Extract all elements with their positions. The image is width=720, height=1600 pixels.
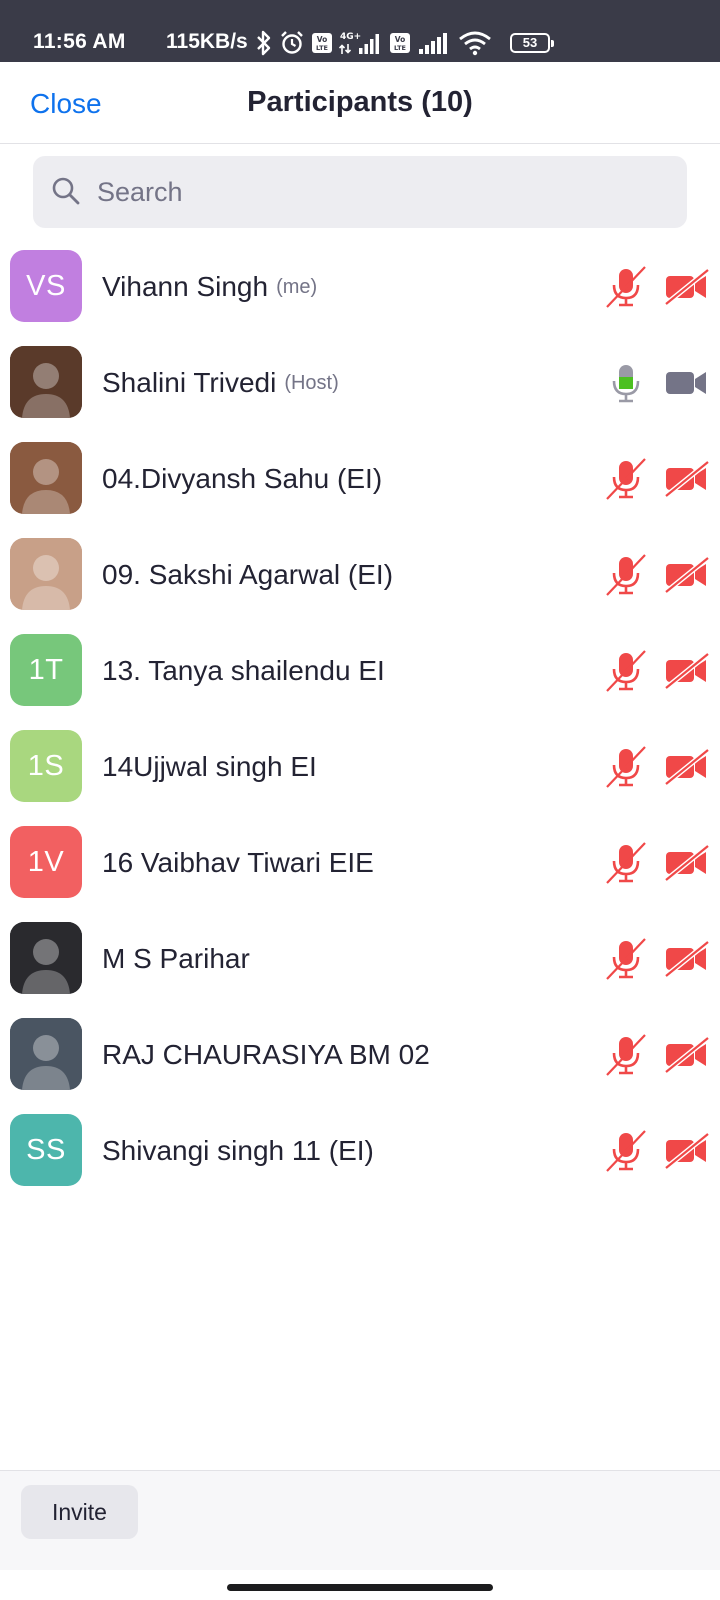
participant-row[interactable]: 09. Sakshi Agarwal (EI) [0, 527, 720, 623]
participant-row[interactable]: SS Shivangi singh 11 (EI) [0, 1103, 720, 1199]
bottom-bar: Invite [0, 1470, 720, 1570]
participant-row[interactable]: 1T 13. Tanya shailendu EI [0, 623, 720, 719]
avatar: 1S [10, 730, 82, 802]
participant-name-wrap: M S Parihar [102, 911, 250, 1007]
microphone-muted-icon[interactable] [604, 553, 648, 597]
svg-text:LTE: LTE [394, 44, 406, 52]
participant-row[interactable]: Shalini Trivedi (Host) [0, 335, 720, 431]
video-camera-off-icon[interactable] [664, 556, 710, 594]
search-icon [52, 177, 80, 205]
avatar-initials: VS [26, 269, 66, 302]
bluetooth-icon [257, 30, 271, 56]
microphone-muted-icon[interactable] [604, 841, 648, 885]
microphone-muted-icon[interactable] [604, 265, 648, 309]
participant-name: M S Parihar [102, 943, 250, 974]
volte-icon: VoLTE [390, 33, 410, 53]
avatar-initials: 1T [28, 653, 64, 686]
avatar-photo [10, 1018, 82, 1090]
participant-name: 13. Tanya shailendu EI [102, 655, 385, 686]
video-camera-off-icon[interactable] [664, 460, 710, 498]
avatar-photo [10, 346, 82, 418]
svg-text:Vo: Vo [395, 35, 406, 44]
participant-name: 14Ujjwal singh EI [102, 751, 317, 782]
signal-icon: 4G+ [339, 32, 379, 54]
avatar-photo [10, 538, 82, 610]
avatar: SS [10, 1114, 82, 1186]
alarm-icon [281, 31, 303, 54]
participant-row[interactable]: 1V 16 Vaibhav Tiwari EIE [0, 815, 720, 911]
video-camera-off-icon[interactable] [664, 748, 710, 786]
participant-list: VS Vihann Singh (me) Shalini Trivedi (Host… [0, 239, 720, 1199]
header: Close Participants (10) [0, 62, 720, 144]
participant-name: Vihann Singh [102, 271, 269, 302]
avatar: 1T [10, 634, 82, 706]
participant-name: Shivangi singh 11 (EI) [102, 1135, 374, 1166]
participant-row[interactable]: 04.Divyansh Sahu (EI) [0, 431, 720, 527]
participant-name-wrap: 16 Vaibhav Tiwari EIE [102, 815, 374, 911]
status-bar: 11:56 AM 115KB/s Vo LTE 4G+ Vo LTE 53 [0, 0, 720, 62]
microphone-muted-icon[interactable] [604, 649, 648, 693]
battery-level: 53 [522, 35, 538, 50]
signal-icon [419, 33, 447, 54]
participant-name-wrap: 13. Tanya shailendu EI [102, 623, 385, 719]
participant-row[interactable]: 1S 14Ujjwal singh EI [0, 719, 720, 815]
participant-name-wrap: Shivangi singh 11 (EI) [102, 1103, 374, 1199]
video-camera-off-icon[interactable] [664, 844, 710, 882]
video-camera-off-icon[interactable] [664, 1036, 710, 1074]
search-bar[interactable] [33, 156, 687, 228]
participant-role-tag: (Host) [284, 371, 339, 394]
participant-row[interactable]: VS Vihann Singh (me) [0, 239, 720, 335]
video-camera-off-icon[interactable] [664, 652, 710, 690]
microphone-muted-icon[interactable] [604, 1033, 648, 1077]
video-camera-off-icon[interactable] [664, 268, 710, 306]
wifi-icon [459, 31, 491, 56]
participant-name: RAJ CHAURASIYA BM 02 [102, 1039, 430, 1070]
participant-name-wrap: 14Ujjwal singh EI [102, 719, 317, 815]
participant-name-wrap: 04.Divyansh Sahu (EI) [102, 431, 382, 527]
microphone-muted-icon[interactable] [604, 937, 648, 981]
avatar-initials: 1V [27, 845, 65, 878]
svg-text:4G+: 4G+ [340, 32, 361, 42]
battery-icon: 53 [510, 33, 554, 53]
search-input[interactable] [97, 156, 667, 228]
video-camera-off-icon[interactable] [664, 1132, 710, 1170]
volte-icon: VoLTE [312, 33, 332, 53]
status-network-speed: 115KB/s [166, 30, 248, 53]
avatar-initials: 1S [27, 749, 65, 782]
avatar-photo [10, 442, 82, 514]
microphone-muted-icon[interactable] [604, 457, 648, 501]
avatar-photo [10, 922, 82, 994]
participant-row[interactable]: RAJ CHAURASIYA BM 02 [0, 1007, 720, 1103]
status-icons: Vo LTE 4G+ Vo LTE [255, 28, 493, 58]
avatar-initials: SS [26, 1133, 66, 1166]
svg-text:LTE: LTE [316, 44, 328, 52]
participant-name: 09. Sakshi Agarwal (EI) [102, 559, 394, 590]
participant-name-wrap: Vihann Singh (me) [102, 239, 317, 335]
participant-row[interactable]: M S Parihar [0, 911, 720, 1007]
home-indicator[interactable] [227, 1584, 493, 1591]
video-camera-off-icon[interactable] [664, 940, 710, 978]
participant-name: Shalini Trivedi [102, 367, 277, 398]
status-time: 11:56 AM [33, 30, 126, 53]
participant-name-wrap: RAJ CHAURASIYA BM 02 [102, 1007, 430, 1103]
participant-role-tag: (me) [276, 275, 318, 298]
participant-name: 04.Divyansh Sahu (EI) [102, 463, 383, 494]
participant-name-wrap: Shalini Trivedi (Host) [102, 335, 339, 431]
avatar: 1V [10, 826, 82, 898]
microphone-muted-icon[interactable] [604, 1129, 648, 1173]
microphone-icon[interactable] [604, 361, 648, 405]
participant-name: 16 Vaibhav Tiwari EIE [102, 847, 374, 878]
invite-button[interactable]: Invite [21, 1485, 138, 1539]
avatar: VS [10, 250, 82, 322]
svg-text:Vo: Vo [317, 35, 328, 44]
microphone-muted-icon[interactable] [604, 745, 648, 789]
page-title: Participants (10) [247, 86, 473, 118]
participant-name-wrap: 09. Sakshi Agarwal (EI) [102, 527, 393, 623]
video-camera-icon[interactable] [664, 365, 710, 401]
